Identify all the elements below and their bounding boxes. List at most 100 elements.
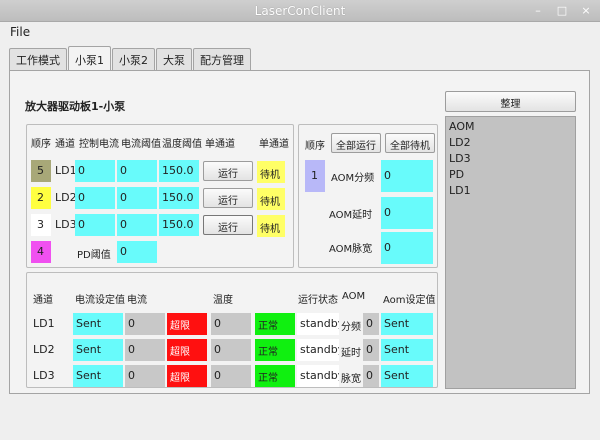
- run-button[interactable]: 运行: [203, 188, 253, 208]
- aom-param-readout: 0: [363, 365, 379, 387]
- channel-settings-group: 顺序 通道 控制电流 电流阈值 温度阈值 单通道 单通道 5 LD1 0 0 1…: [26, 124, 294, 268]
- header-single-channel: 单通道: [205, 139, 235, 150]
- close-icon[interactable]: ×: [580, 5, 592, 17]
- order-badge: 2: [31, 187, 51, 209]
- temperature-readout: 0: [211, 339, 251, 361]
- aom-delay-input[interactable]: 0: [381, 197, 433, 229]
- aom-group: 顺序 全部运行 全部待机 1 AOM分频 0 AOM延时 0 AOM脉宽 0: [298, 124, 438, 268]
- control-current-input[interactable]: 0: [75, 214, 115, 236]
- aom-divider-label: AOM分频: [331, 173, 375, 184]
- aom-param-label: 延时: [341, 348, 361, 359]
- tab-small-pump-2[interactable]: 小泵2: [112, 48, 155, 70]
- run-button[interactable]: 运行: [203, 215, 253, 235]
- channel-label: LD3: [55, 218, 77, 231]
- temp-threshold-input[interactable]: 150.0: [159, 214, 199, 236]
- normal-indicator: 正常: [255, 365, 295, 387]
- status-badge: 待机: [257, 215, 285, 237]
- current-readout: 0: [125, 339, 165, 361]
- temperature-readout: 0: [211, 365, 251, 387]
- control-current-input[interactable]: 0: [75, 160, 115, 182]
- header-aom-setpoint: Aom设定值: [383, 295, 436, 306]
- run-state-readout: standby: [297, 339, 339, 361]
- control-current-input[interactable]: 0: [75, 187, 115, 209]
- run-state-readout: standby: [297, 365, 339, 387]
- pd-threshold-input[interactable]: 0: [117, 241, 157, 263]
- header-current-threshold: 电流阈值: [121, 139, 161, 150]
- channel-label: LD2: [55, 191, 77, 204]
- tab-work-mode[interactable]: 工作模式: [9, 48, 67, 70]
- order-badge: 3: [31, 214, 51, 236]
- temperature-readout: 0: [211, 313, 251, 335]
- list-item[interactable]: LD1: [449, 184, 471, 197]
- temp-threshold-input[interactable]: 150.0: [159, 187, 199, 209]
- aom-setpoint-input[interactable]: Sent: [381, 313, 433, 335]
- current-threshold-input[interactable]: 0: [117, 160, 157, 182]
- current-setpoint-input[interactable]: Sent: [73, 313, 123, 335]
- channel-label: LD1: [33, 317, 55, 330]
- tab-small-pump-1[interactable]: 小泵1: [68, 46, 111, 70]
- header-current-setpoint: 电流设定值: [75, 295, 125, 306]
- aom-order-label: 顺序: [305, 141, 325, 152]
- order-badge: 5: [31, 160, 51, 182]
- current-readout: 0: [125, 365, 165, 387]
- aom-param-readout: 0: [363, 313, 379, 335]
- order-badge: 1: [305, 160, 325, 192]
- header-single-channel-2: 单通道: [259, 139, 289, 150]
- aom-delay-label: AOM延时: [329, 210, 373, 221]
- window-title: LaserConClient: [254, 4, 346, 18]
- status-badge: 待机: [257, 161, 285, 183]
- over-limit-indicator: 超限: [167, 313, 207, 335]
- header-temperature: 温度: [213, 295, 233, 306]
- header-order: 顺序: [31, 139, 51, 150]
- aom-setpoint-input[interactable]: Sent: [381, 365, 433, 387]
- aom-divider-input[interactable]: 0: [381, 160, 433, 192]
- header-current: 电流: [127, 295, 147, 306]
- header-aom: AOM: [342, 291, 366, 302]
- board-title: 放大器驱动板1-小泵: [25, 100, 126, 113]
- list-item[interactable]: PD: [449, 168, 464, 181]
- header-control-current: 控制电流: [79, 139, 119, 150]
- maximize-icon[interactable]: □: [556, 5, 568, 17]
- current-setpoint-input[interactable]: Sent: [73, 339, 123, 361]
- temp-threshold-input[interactable]: 150.0: [159, 160, 199, 182]
- current-threshold-input[interactable]: 0: [117, 214, 157, 236]
- header-channel: 通道: [55, 139, 75, 150]
- standby-all-button[interactable]: 全部待机: [385, 133, 435, 153]
- list-item[interactable]: LD2: [449, 136, 471, 149]
- header-channel: 通道: [33, 295, 53, 306]
- status-badge: 待机: [257, 188, 285, 210]
- list-item[interactable]: LD3: [449, 152, 471, 165]
- tidy-button[interactable]: 整理: [445, 91, 576, 112]
- title-bar: LaserConClient – □ ×: [0, 0, 600, 22]
- pd-threshold-label: PD阈值: [77, 250, 111, 261]
- run-all-button[interactable]: 全部运行: [331, 133, 381, 153]
- aom-pulse-width-input[interactable]: 0: [381, 232, 433, 264]
- aom-setpoint-input[interactable]: Sent: [381, 339, 433, 361]
- tab-large-pump[interactable]: 大泵: [156, 48, 192, 70]
- tab-recipe-management[interactable]: 配方管理: [193, 48, 251, 70]
- channel-label: LD1: [55, 164, 77, 177]
- header-temp-threshold: 温度阈值: [162, 139, 202, 150]
- minimize-icon[interactable]: –: [532, 5, 544, 17]
- menu-file[interactable]: File: [10, 25, 30, 39]
- over-limit-indicator: 超限: [167, 365, 207, 387]
- run-state-readout: standby: [297, 313, 339, 335]
- over-limit-indicator: 超限: [167, 339, 207, 361]
- normal-indicator: 正常: [255, 313, 295, 335]
- channel-label: LD2: [33, 343, 55, 356]
- aom-param-label: 脉宽: [341, 374, 361, 385]
- menu-bar: File: [0, 22, 600, 42]
- current-threshold-input[interactable]: 0: [117, 187, 157, 209]
- list-item[interactable]: AOM: [449, 120, 474, 133]
- header-run-state: 运行状态: [298, 295, 338, 306]
- tab-panel: 放大器驱动板1-小泵 顺序 通道 控制电流 电流阈值 温度阈值 单通道 单通道 …: [9, 70, 590, 394]
- aom-pulse-width-label: AOM脉宽: [329, 244, 373, 255]
- order-list[interactable]: AOM LD2 LD3 PD LD1: [445, 116, 576, 389]
- aom-param-label: 分频: [341, 322, 361, 333]
- aom-param-readout: 0: [363, 339, 379, 361]
- status-group: 通道 电流设定值 电流 温度 运行状态 AOM Aom设定值 LD1 Sent …: [26, 272, 438, 388]
- run-button[interactable]: 运行: [203, 161, 253, 181]
- current-setpoint-input[interactable]: Sent: [73, 365, 123, 387]
- tab-bar: 工作模式 小泵1 小泵2 大泵 配方管理: [9, 46, 252, 70]
- channel-label: LD3: [33, 369, 55, 382]
